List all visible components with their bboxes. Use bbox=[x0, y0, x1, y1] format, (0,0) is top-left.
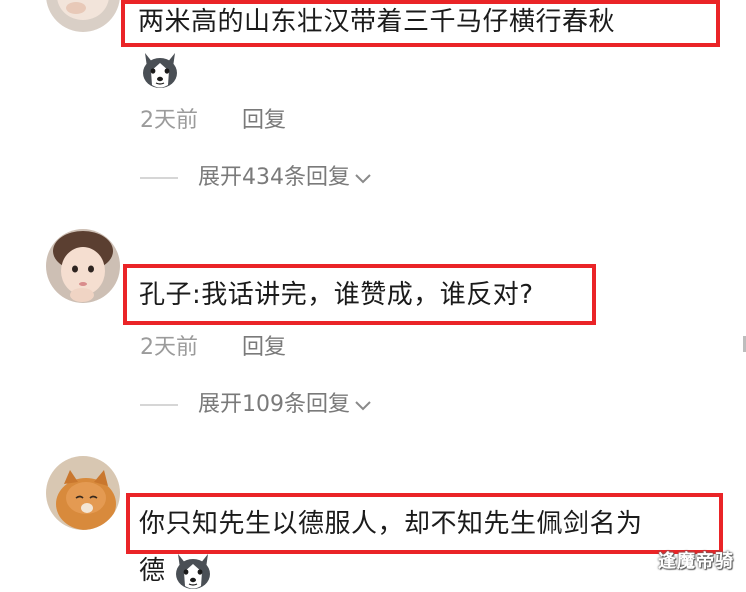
expand-replies-2[interactable]: 展开109条回复 bbox=[140, 392, 374, 418]
reply-button-2[interactable]: 回复 bbox=[242, 335, 286, 361]
commenter-avatar-2[interactable] bbox=[46, 229, 120, 303]
husky-emoji bbox=[139, 49, 181, 91]
chevron-down-icon bbox=[352, 167, 374, 189]
divider-line bbox=[140, 404, 178, 406]
commenter-avatar-1[interactable] bbox=[46, 0, 120, 32]
chevron-down-icon bbox=[352, 394, 374, 416]
expand-replies-label-1: 展开434条回复 bbox=[198, 165, 350, 190]
comment-text-1: 两米高的山东壮汉带着三千马仔横行春秋 bbox=[138, 7, 616, 37]
comment-time-2: 2天前 bbox=[140, 335, 198, 360]
watermark: 逢魔帝骑 bbox=[658, 551, 734, 572]
commenter-avatar-3[interactable] bbox=[46, 456, 120, 530]
comment-time-1: 2天前 bbox=[140, 108, 198, 133]
expand-replies-label-2: 展开109条回复 bbox=[198, 392, 350, 417]
expand-replies-1[interactable]: 展开434条回复 bbox=[140, 165, 374, 191]
comment-text-3-line1: 你只知先生以德服人，却不知先生佩剑名为 bbox=[139, 509, 643, 539]
comment-text-3-line2: 德 bbox=[139, 556, 166, 586]
husky-emoji bbox=[172, 550, 214, 592]
reply-button-1[interactable]: 回复 bbox=[242, 108, 286, 134]
comment-text-2: 孔子:我话讲完，谁赞成，谁反对? bbox=[139, 280, 534, 310]
divider-line bbox=[140, 177, 178, 179]
